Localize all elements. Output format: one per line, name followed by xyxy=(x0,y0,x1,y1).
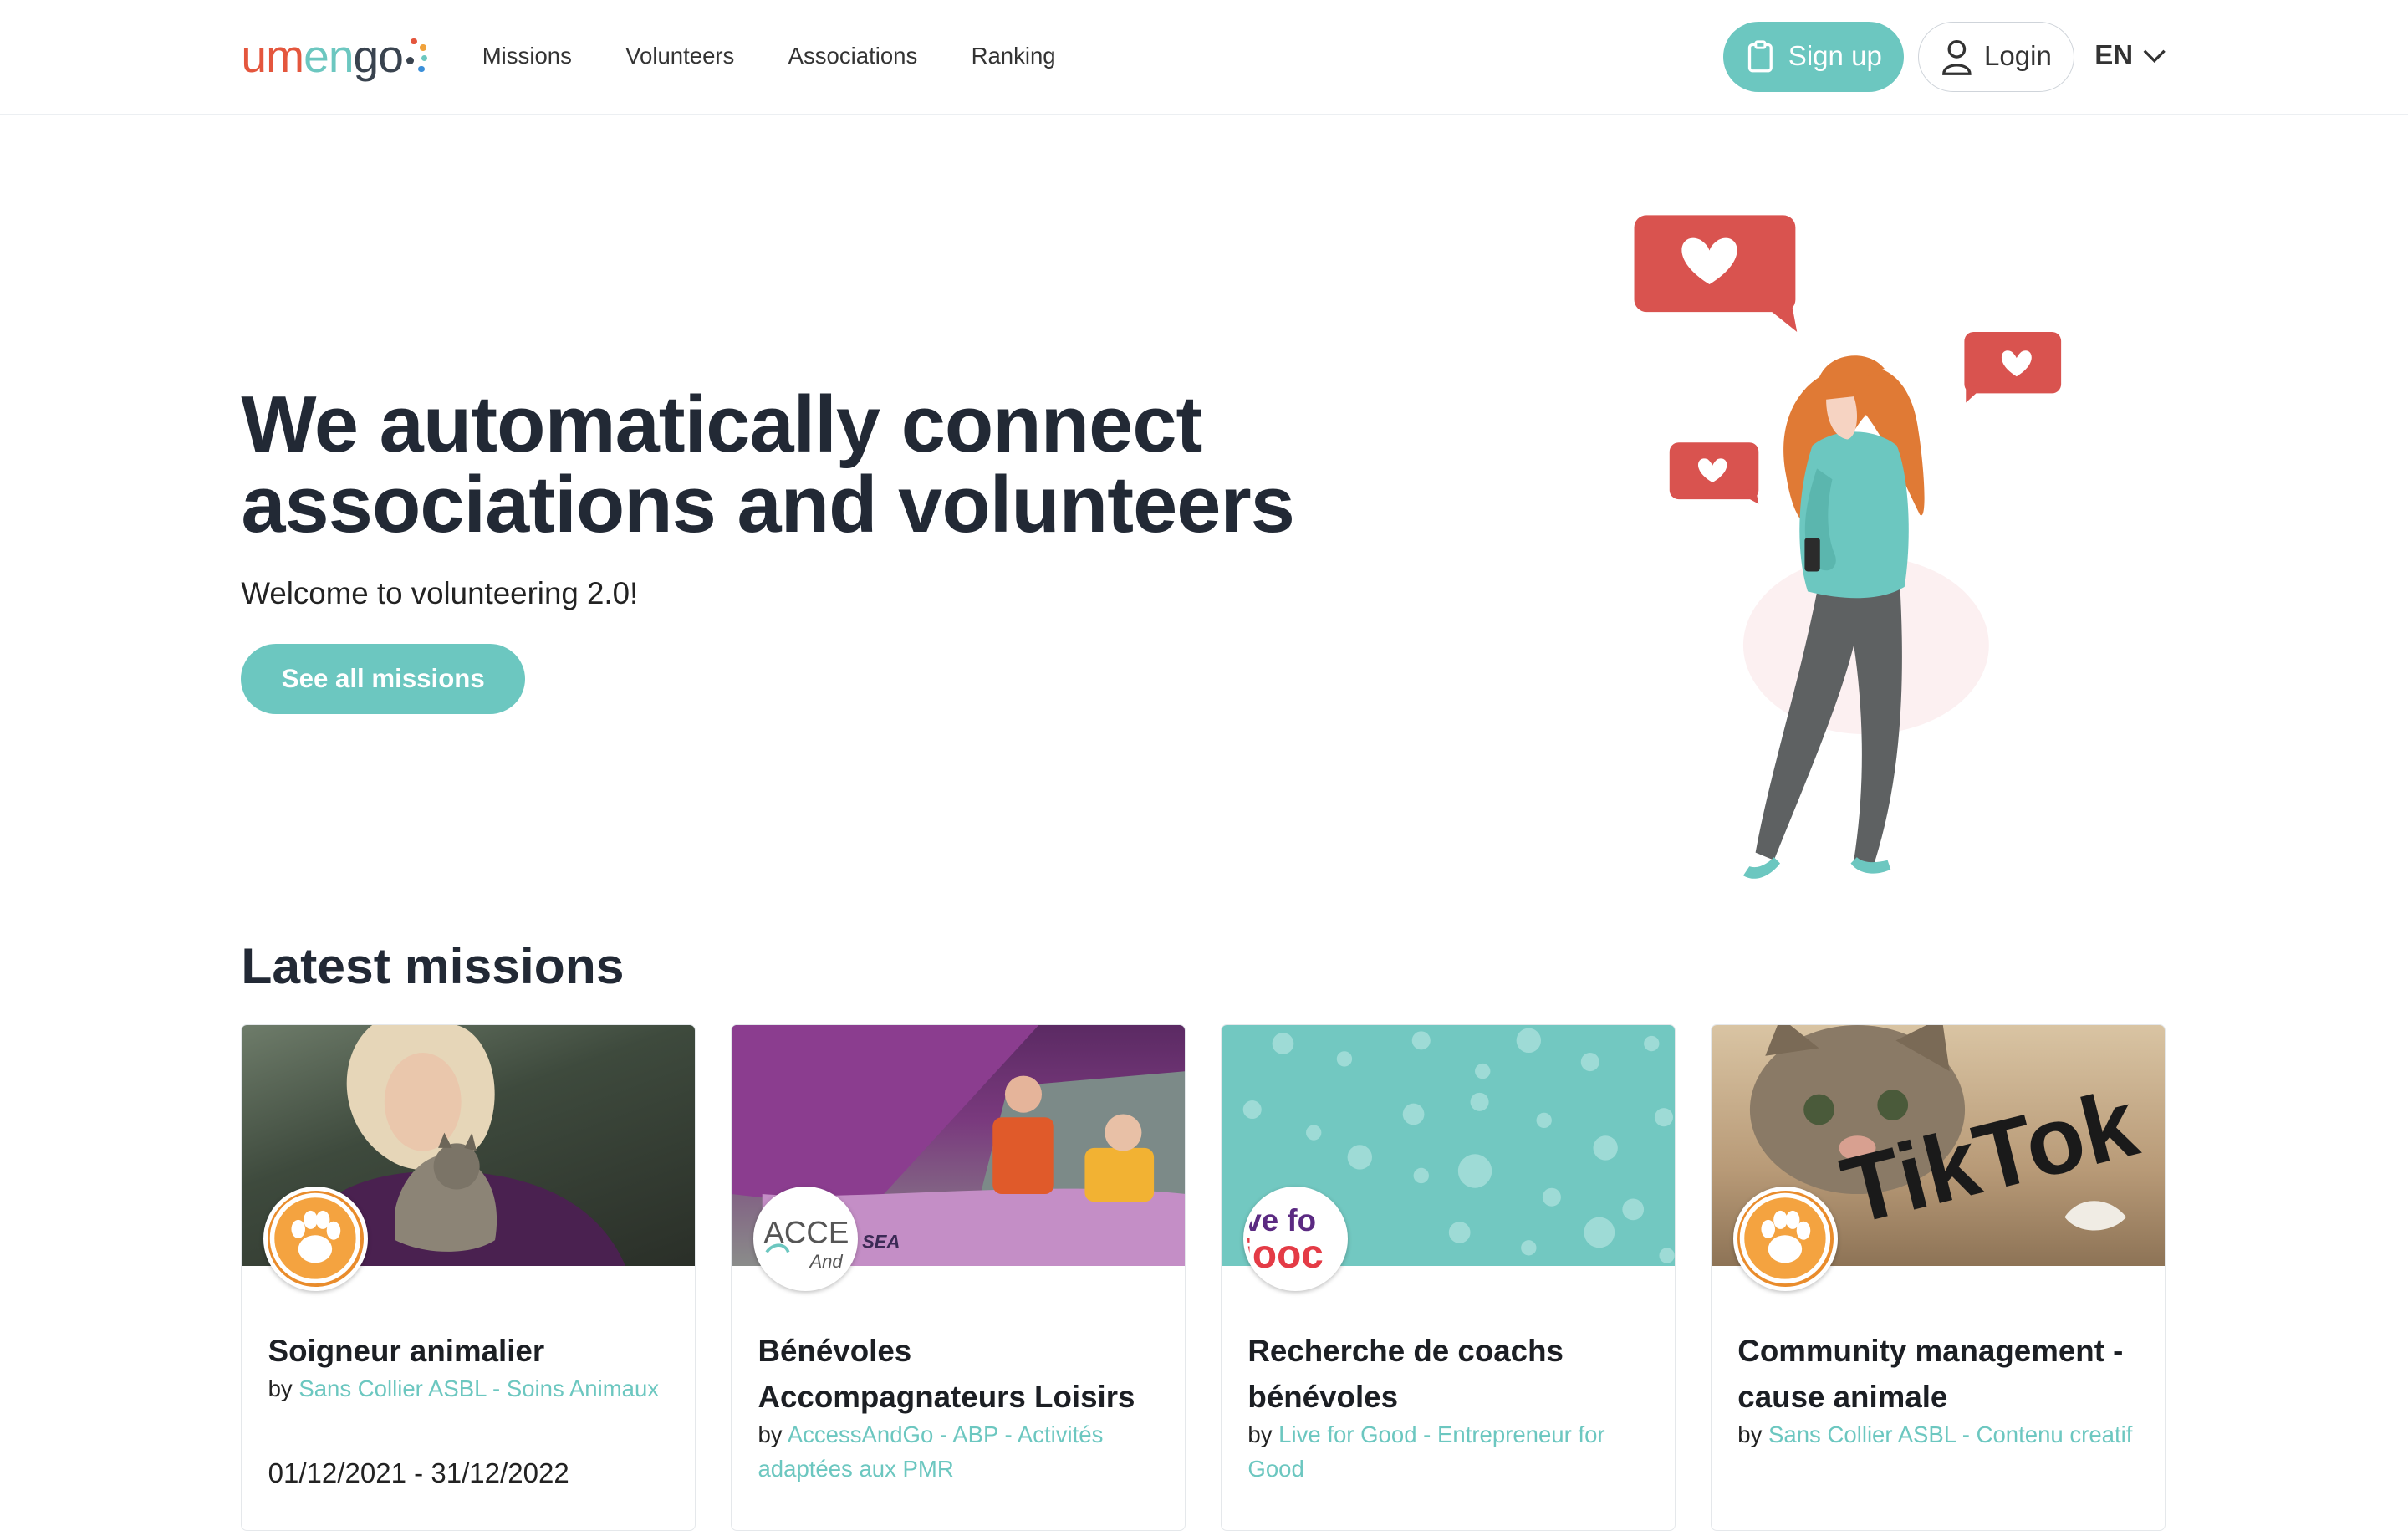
organisation-link[interactable]: Live for Good - Entrepreneur for Good xyxy=(1247,1421,1604,1481)
mission-organisation: by Sans Collier ASBL - Soins Animaux xyxy=(268,1375,660,1402)
mission-title: Soigneur animalier xyxy=(268,1333,545,1368)
volunteer-woman-illustration xyxy=(1634,215,2061,879)
mission-organisation: by AccessAndGo - ABP - Activités adaptée… xyxy=(758,1421,1104,1482)
nav-associations-link[interactable]: Associations xyxy=(788,43,918,69)
hero-subtitle: Welcome to volunteering 2.0! xyxy=(241,575,639,610)
login-button[interactable]: Login xyxy=(1918,21,2075,93)
hero-title: We automatically connect associations an… xyxy=(241,385,1294,545)
mission-organisation: by Sans Collier ASBL - Contenu creatif xyxy=(1737,1421,2133,1448)
paw-icon xyxy=(1739,1192,1830,1284)
top-navbar: umengo Missions Volunteers Associations … xyxy=(0,0,2408,115)
heart-bubble-large-icon xyxy=(1634,215,1797,332)
mission-title: Recherche de coachs bénévoles xyxy=(1247,1333,1564,1414)
nav-volunteers-link[interactable]: Volunteers xyxy=(625,43,734,69)
organisation-link[interactable]: Sans Collier ASBL - Soins Animaux xyxy=(298,1375,659,1401)
hero-title-line-1: We automatically connect xyxy=(241,380,1202,469)
organisation-link[interactable]: AccessAndGo - ABP - Activités adaptées a… xyxy=(758,1421,1103,1481)
hero-title-line-2: associations and volunteers xyxy=(241,460,1294,549)
heart-bubble-small-icon xyxy=(1669,441,1759,504)
mission-organisation: by Live for Good - Entrepreneur for Good xyxy=(1247,1421,1605,1482)
mission-card[interactable]: SEA ACCE And Bénévoles Accompagnateurs L… xyxy=(731,1024,1186,1531)
signup-button[interactable]: Sign up xyxy=(1722,21,1905,93)
association-logo: ve fo jooc xyxy=(1242,1186,1348,1291)
see-all-missions-button[interactable]: See all missions xyxy=(241,643,526,715)
clipboard-icon xyxy=(1748,40,1773,73)
svg-text:SEA: SEA xyxy=(862,1231,900,1252)
language-code: EN xyxy=(2094,39,2134,71)
mission-card[interactable]: ve fo jooc Recherche de coachs bénévoles… xyxy=(1221,1024,1676,1531)
mission-dates: 01/12/2021 - 31/12/2022 xyxy=(268,1458,569,1490)
mission-card[interactable]: Soigneur animalier by Sans Collier ASBL … xyxy=(241,1024,696,1531)
login-label: Login xyxy=(1983,40,2052,72)
mission-title: Community management - cause animale xyxy=(1737,1333,2124,1414)
logo-wordmark: umengo xyxy=(241,30,404,83)
umengo-logo[interactable]: umengo xyxy=(241,30,428,83)
association-logo xyxy=(1732,1186,1838,1291)
chevron-down-icon xyxy=(2143,49,2166,63)
heart-bubble-right-icon xyxy=(1964,331,2061,403)
svg-text:jooc: jooc xyxy=(1247,1232,1324,1277)
logo-dots-icon xyxy=(405,35,428,78)
association-logo xyxy=(263,1186,368,1291)
svg-text:And: And xyxy=(808,1251,843,1272)
signup-label: Sign up xyxy=(1788,40,1882,72)
mission-title: Bénévoles Accompagnateurs Loisirs xyxy=(758,1333,1135,1414)
language-selector[interactable]: EN xyxy=(2094,40,2166,72)
user-icon xyxy=(1941,39,1972,75)
nav-ranking-link[interactable]: Ranking xyxy=(972,43,1056,69)
mission-card[interactable]: TikTok Community management - cause anim… xyxy=(1711,1024,2166,1531)
organisation-link[interactable]: Sans Collier ASBL - Contenu creatif xyxy=(1768,1421,2132,1447)
nav-missions-link[interactable]: Missions xyxy=(482,43,572,69)
latest-missions-heading: Latest missions xyxy=(241,937,625,995)
paw-icon xyxy=(269,1192,361,1284)
main-menu: Missions Volunteers Associations Ranking xyxy=(482,43,1056,69)
association-logo: ACCE And xyxy=(752,1186,858,1291)
